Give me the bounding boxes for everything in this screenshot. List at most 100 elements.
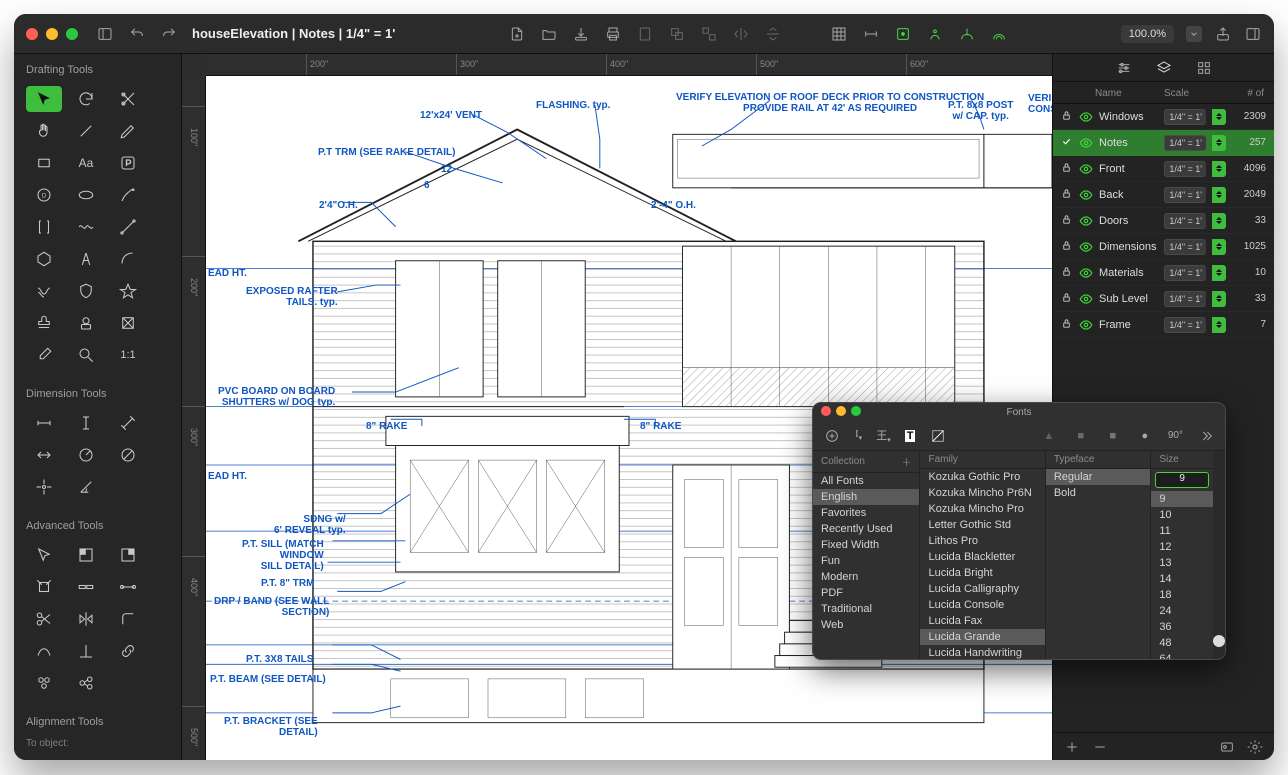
lock-icon[interactable] bbox=[1061, 188, 1073, 202]
layer-settings-icon[interactable] bbox=[1246, 738, 1264, 756]
font-list-item[interactable]: 18 bbox=[1151, 587, 1213, 603]
page-icon[interactable] bbox=[636, 25, 654, 43]
shield-tool[interactable] bbox=[68, 278, 104, 304]
inspector-toggle-icon[interactable] bbox=[1244, 25, 1262, 43]
remove-layer-icon[interactable] bbox=[1091, 738, 1109, 756]
shadow-b-icon[interactable]: ■ bbox=[1072, 427, 1090, 445]
edit-line-tool[interactable] bbox=[110, 214, 146, 240]
stamp-tool[interactable] bbox=[26, 310, 62, 336]
dim-horizontal-tool[interactable] bbox=[26, 410, 62, 436]
font-size-input[interactable]: 9 bbox=[1155, 472, 1209, 488]
snap-object-icon[interactable] bbox=[894, 25, 912, 43]
cut-tool[interactable] bbox=[26, 606, 62, 632]
font-list-item[interactable]: 9 bbox=[1151, 491, 1213, 507]
layer-scale[interactable]: 1/4" = 1' bbox=[1164, 317, 1206, 333]
sidebar-toggle-icon[interactable] bbox=[96, 25, 114, 43]
hand-tool[interactable] bbox=[26, 118, 62, 144]
check-icon[interactable] bbox=[1061, 136, 1073, 150]
layer-row[interactable]: Sub Level1/4" = 1'33 bbox=[1053, 286, 1274, 312]
snap-all-icon[interactable] bbox=[990, 25, 1008, 43]
group-icon[interactable] bbox=[668, 25, 686, 43]
font-list-item[interactable]: Lucida Grande bbox=[920, 629, 1044, 645]
pointer-tool[interactable] bbox=[26, 542, 62, 568]
ellipse-tool[interactable] bbox=[68, 182, 104, 208]
panel-tab-sliders-icon[interactable] bbox=[1115, 59, 1133, 77]
layer-scale[interactable]: 1/4" = 1' bbox=[1164, 109, 1206, 125]
flip-h-icon[interactable] bbox=[732, 25, 750, 43]
magnify-tool[interactable] bbox=[68, 342, 104, 368]
font-list-item[interactable]: Recently Used bbox=[813, 521, 919, 537]
fullscreen-window-button[interactable] bbox=[66, 28, 78, 40]
cluster-a-tool[interactable] bbox=[26, 670, 62, 696]
lock-icon[interactable] bbox=[1061, 214, 1073, 228]
close-window-button[interactable] bbox=[26, 28, 38, 40]
font-list-item[interactable]: 11 bbox=[1151, 523, 1213, 539]
dim-diameter-tool[interactable] bbox=[110, 442, 146, 468]
layer-preview-icon[interactable] bbox=[1218, 738, 1236, 756]
pen-tool[interactable] bbox=[110, 118, 146, 144]
break-tool[interactable] bbox=[68, 574, 104, 600]
shadow-a-icon[interactable]: ▲ bbox=[1040, 427, 1058, 445]
lock-icon[interactable] bbox=[1061, 240, 1073, 254]
corner-tool[interactable] bbox=[110, 606, 146, 632]
mirror-tool[interactable] bbox=[68, 606, 104, 632]
scale-stepper[interactable] bbox=[1212, 317, 1226, 333]
text-tool[interactable]: Aa bbox=[68, 150, 104, 176]
layer-row[interactable]: Back1/4" = 1'2049 bbox=[1053, 182, 1274, 208]
font-list-item[interactable]: Fun bbox=[813, 553, 919, 569]
tangent-tool[interactable] bbox=[26, 638, 62, 664]
scale-stepper[interactable] bbox=[1212, 187, 1226, 203]
visibility-icon[interactable] bbox=[1079, 136, 1093, 150]
font-list-item[interactable]: Kozuka Mincho Pro bbox=[920, 501, 1044, 517]
lock-icon[interactable] bbox=[1061, 162, 1073, 176]
lock-icon[interactable] bbox=[1061, 292, 1073, 306]
font-list-item[interactable]: 12 bbox=[1151, 539, 1213, 555]
align-center-tool[interactable] bbox=[68, 755, 104, 760]
join-tool[interactable] bbox=[110, 574, 146, 600]
font-list-item[interactable]: Letter Gothic Std bbox=[920, 517, 1044, 533]
dim-radius-tool[interactable] bbox=[68, 442, 104, 468]
font-list-item[interactable]: 48 bbox=[1151, 635, 1213, 651]
scissors-tool[interactable] bbox=[110, 86, 146, 112]
xbox-tool[interactable] bbox=[110, 310, 146, 336]
layer-row[interactable]: Frame1/4" = 1'7 bbox=[1053, 312, 1274, 338]
visibility-icon[interactable] bbox=[1079, 240, 1093, 254]
layout-b-tool[interactable] bbox=[110, 542, 146, 568]
scale-stepper[interactable] bbox=[1212, 109, 1226, 125]
dim-arrows-tool[interactable] bbox=[26, 442, 62, 468]
font-list-item[interactable]: Favorites bbox=[813, 505, 919, 521]
circle-d-tool[interactable]: D bbox=[26, 182, 62, 208]
panel-tab-grid-icon[interactable] bbox=[1195, 59, 1213, 77]
redo-icon[interactable] bbox=[160, 25, 178, 43]
scale-stepper[interactable] bbox=[1212, 291, 1226, 307]
layer-row[interactable]: Materials1/4" = 1'10 bbox=[1053, 260, 1274, 286]
scale-stepper[interactable] bbox=[1212, 239, 1226, 255]
fonts-zoom-button[interactable] bbox=[851, 406, 861, 416]
star-tool[interactable] bbox=[110, 278, 146, 304]
eyedropper-tool[interactable] bbox=[26, 342, 62, 368]
dimension-icon[interactable] bbox=[862, 25, 880, 43]
visibility-icon[interactable] bbox=[1079, 214, 1093, 228]
font-list-item[interactable]: Regular bbox=[1046, 469, 1150, 485]
fonts-panel[interactable]: Fonts I▾ 王▾ T ▲ ■ ■ ● 90° Collection＋ Al… bbox=[812, 402, 1226, 660]
rotate-tool[interactable] bbox=[68, 86, 104, 112]
visibility-icon[interactable] bbox=[1079, 318, 1093, 332]
layer-scale[interactable]: 1/4" = 1' bbox=[1164, 213, 1206, 229]
visibility-icon[interactable] bbox=[1079, 110, 1093, 124]
font-list-item[interactable]: English bbox=[813, 489, 919, 505]
align-right-tool[interactable] bbox=[110, 755, 146, 760]
compass-tool[interactable] bbox=[68, 246, 104, 272]
fonts-minimize-button[interactable] bbox=[836, 406, 846, 416]
add-file-icon[interactable] bbox=[508, 25, 526, 43]
font-list-item[interactable]: All Fonts bbox=[813, 473, 919, 489]
dim-angle-tool[interactable] bbox=[68, 474, 104, 500]
ungroup-icon[interactable] bbox=[700, 25, 718, 43]
flip-v-icon[interactable] bbox=[764, 25, 782, 43]
lock-icon[interactable] bbox=[1061, 266, 1073, 280]
font-size-slider[interactable] bbox=[1213, 451, 1225, 659]
font-list-item[interactable]: Bold bbox=[1046, 485, 1150, 501]
font-list-item[interactable]: Traditional bbox=[813, 601, 919, 617]
font-list-item[interactable]: Kozuka Gothic Pro bbox=[920, 469, 1044, 485]
layer-row[interactable]: Windows1/4" = 1'2309 bbox=[1053, 104, 1274, 130]
font-list-item[interactable]: Lucida Handwriting bbox=[920, 645, 1044, 659]
